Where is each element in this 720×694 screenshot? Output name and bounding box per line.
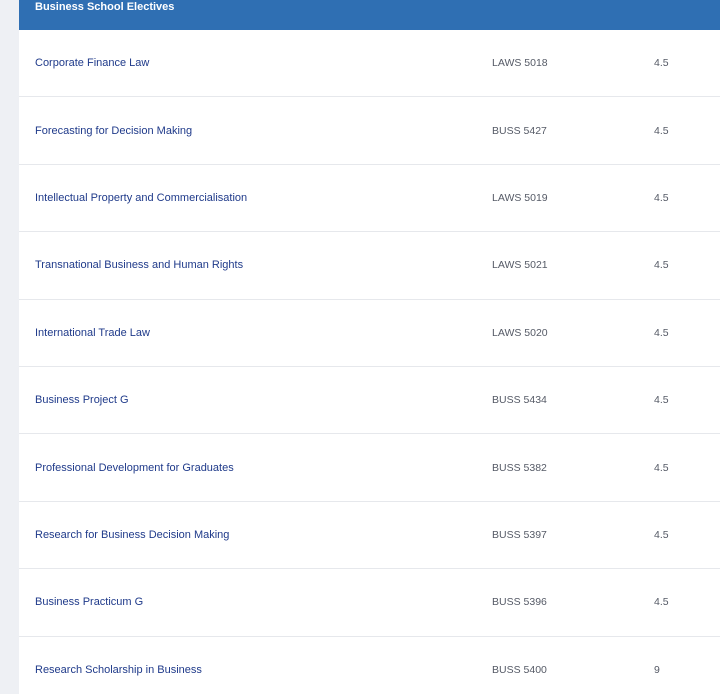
course-code: LAWS 5018 [492,57,548,70]
course-name-link[interactable]: Professional Development for Graduates [35,462,234,474]
course-code: LAWS 5020 [492,326,548,339]
course-code: BUSS 5397 [492,528,547,541]
course-code: BUSS 5400 [492,664,547,677]
course-code: LAWS 5019 [492,191,548,204]
course-row: Professional Development for Graduates B… [19,434,720,502]
course-name-link[interactable]: International Trade Law [35,327,150,339]
course-name-link[interactable]: Forecasting for Decision Making [35,125,192,137]
course-name-link[interactable]: Business Practicum G [35,596,143,608]
course-row: Intellectual Property and Commercialisat… [19,165,720,233]
course-units: 4.5 [654,326,669,339]
course-units: 4.5 [654,394,669,407]
course-units: 4.5 [654,57,669,70]
section-title: Business School Electives [35,1,175,13]
course-name-link[interactable]: Transnational Business and Human Rights [35,259,243,271]
course-list: Corporate Finance Law LAWS 5018 4.5 Fore… [19,30,720,694]
course-code: LAWS 5021 [492,259,548,272]
course-name-link[interactable]: Business Project G [35,394,129,406]
electives-panel: Business School Electives Corporate Fina… [19,0,720,694]
course-name-link[interactable]: Intellectual Property and Commercialisat… [35,192,247,204]
course-units: 4.5 [654,191,669,204]
course-code: BUSS 5427 [492,124,547,137]
course-units: 9 [654,664,660,677]
course-code: BUSS 5434 [492,394,547,407]
course-row: Research Scholarship in Business BUSS 54… [19,637,720,694]
course-units: 4.5 [654,124,669,137]
course-units: 4.5 [654,528,669,541]
course-row: Transnational Business and Human Rights … [19,232,720,300]
course-code: BUSS 5396 [492,596,547,609]
course-units: 4.5 [654,259,669,272]
course-name-link[interactable]: Corporate Finance Law [35,57,149,69]
course-row: International Trade Law LAWS 5020 4.5 [19,300,720,367]
course-row: Business Practicum G BUSS 5396 4.5 [19,569,720,637]
course-units: 4.5 [654,596,669,609]
course-code: BUSS 5382 [492,461,547,474]
section-header: Business School Electives [19,0,720,30]
course-name-link[interactable]: Research for Business Decision Making [35,529,229,541]
course-row: Forecasting for Decision Making BUSS 542… [19,97,720,165]
course-row: Corporate Finance Law LAWS 5018 4.5 [19,30,720,98]
course-row: Business Project G BUSS 5434 4.5 [19,367,720,435]
course-units: 4.5 [654,461,669,474]
course-row: Research for Business Decision Making BU… [19,502,720,570]
course-name-link[interactable]: Research Scholarship in Business [35,664,202,676]
